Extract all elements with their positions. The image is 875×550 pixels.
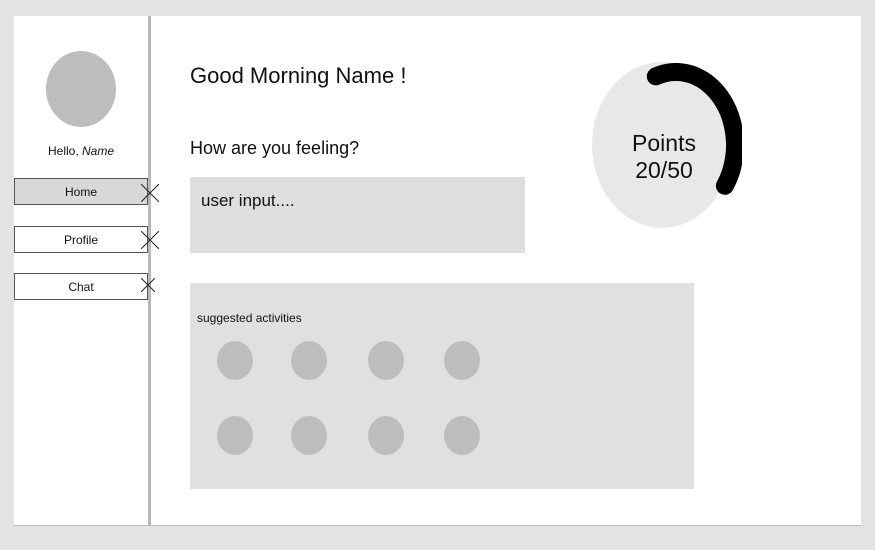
close-icon[interactable] xyxy=(141,184,159,202)
feeling-question: How are you feeling? xyxy=(190,138,360,158)
nav-chat-button[interactable]: Chat xyxy=(14,273,148,300)
sidebar-user-name: Name xyxy=(82,144,115,158)
sidebar-greeting: Hello, Name xyxy=(14,144,148,158)
close-icon[interactable] xyxy=(141,231,159,249)
activity-item[interactable] xyxy=(368,416,404,455)
nav-chat-label: Chat xyxy=(68,279,94,294)
sidebar: Hello, Name Home Profile Chat xyxy=(14,16,151,525)
feeling-input-placeholder: user input.... xyxy=(201,191,295,210)
points-value: 20/50 xyxy=(635,157,693,183)
nav-profile-button[interactable]: Profile xyxy=(14,226,148,253)
activity-item[interactable] xyxy=(368,341,404,380)
nav-home-button[interactable]: Home xyxy=(14,178,148,205)
activity-item[interactable] xyxy=(291,341,327,380)
activity-item[interactable] xyxy=(444,341,480,380)
nav-home-label: Home xyxy=(64,184,97,199)
sidebar-greeting-prefix: Hello, xyxy=(47,144,82,158)
app-window: Hello, Name Home Profile Chat Good Morni… xyxy=(14,16,861,525)
feeling-input[interactable]: user input.... xyxy=(190,177,525,253)
suggested-activities-panel: suggested activities xyxy=(190,283,694,489)
activity-item[interactable] xyxy=(291,416,327,455)
page-title: Good Morning Name ! xyxy=(190,63,407,88)
close-icon[interactable] xyxy=(141,278,155,292)
avatar xyxy=(46,51,116,127)
points-readout: Points 20/50 xyxy=(592,130,736,184)
points-widget: Points 20/50 xyxy=(592,60,744,230)
activity-item[interactable] xyxy=(217,416,253,455)
activity-item[interactable] xyxy=(444,416,480,455)
activity-item[interactable] xyxy=(217,341,253,380)
suggested-activities-title: suggested activities xyxy=(197,311,302,325)
nav-profile-label: Profile xyxy=(63,232,98,247)
points-label: Points xyxy=(632,130,696,156)
